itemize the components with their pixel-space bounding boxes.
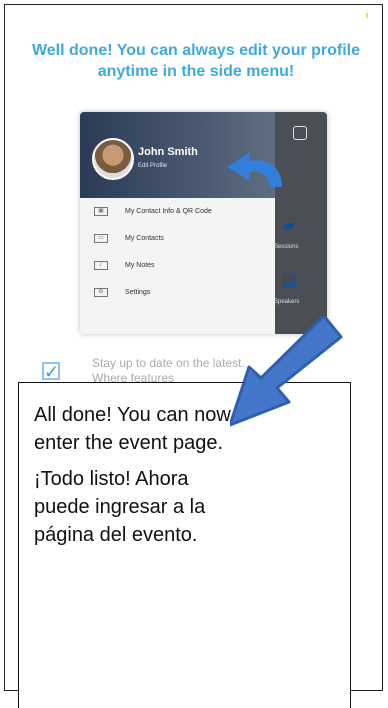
menu-item-contacts[interactable]: ☷ My Contacts (80, 225, 275, 252)
spanish-line-1: ¡Todo listo! Ahora (34, 468, 189, 490)
settings-icon: ⚙ (94, 288, 108, 297)
side-menu-list: ▣ My Contact Info & QR Code ☷ My Contact… (80, 198, 275, 334)
spanish-line-2: puede ingresar a la (34, 496, 206, 518)
notes-icon: / (94, 261, 108, 270)
speakers-tile-label: Speakers (274, 299, 300, 305)
status-indicator (366, 13, 368, 18)
menu-item-contact-info-qr[interactable]: ▣ My Contact Info & QR Code (80, 198, 275, 225)
menu-item-label: My Contacts (125, 235, 164, 242)
user-name: John Smith (138, 146, 198, 158)
sessions-tile-icon[interactable]: ▰ (277, 215, 301, 239)
contacts-icon: ☷ (94, 234, 108, 243)
menu-item-notes[interactable]: / My Notes (80, 252, 275, 279)
spanish-line-3: página del evento. (34, 524, 198, 546)
menu-item-settings[interactable]: ⚙ Settings (80, 279, 275, 306)
pointer-arrow-icon (230, 316, 343, 427)
profile-edit-message: Well done! You can always edit your prof… (31, 42, 361, 80)
avatar[interactable] (92, 138, 134, 180)
sessions-tile-label: Sessions (274, 244, 299, 250)
top-right-menu-icon (293, 126, 307, 140)
menu-item-label: My Contact Info & QR Code (125, 208, 212, 215)
menu-item-label: My Notes (125, 262, 155, 269)
stay-up-to-date-checkbox[interactable]: ✓ (42, 362, 60, 381)
qr-code-icon: ▣ (94, 207, 108, 216)
side-menu-mockup: John Smith Edit Profile ▣ My Contact Inf… (80, 112, 327, 334)
edit-profile-arrow-icon (227, 152, 282, 187)
menu-item-label: Settings (125, 289, 151, 296)
edit-profile-link[interactable]: Edit Profile (138, 163, 167, 169)
speakers-tile-icon[interactable]: ▤ (277, 270, 301, 294)
